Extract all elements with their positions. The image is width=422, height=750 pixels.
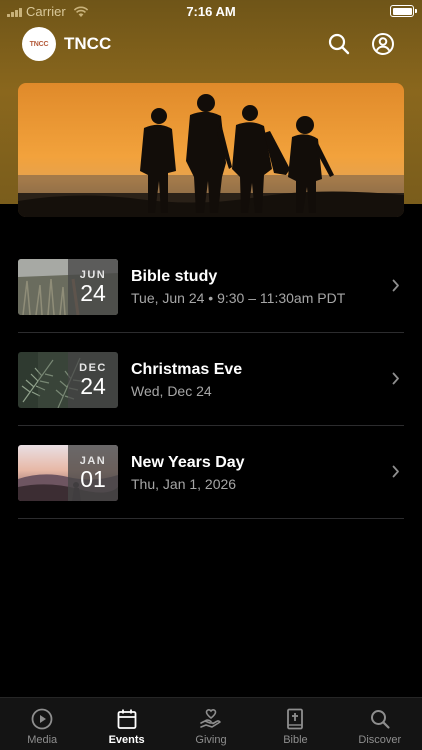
app-header: TNCC TNCC xyxy=(0,26,422,62)
event-subtitle: Wed, Dec 24 xyxy=(131,383,212,399)
events-list: JUN 24 Bible study Tue, Jun 24 • 9:30 – … xyxy=(18,240,404,519)
battery-icon xyxy=(390,5,417,17)
tab-giving[interactable]: Giving xyxy=(169,698,253,750)
event-title: Bible study xyxy=(131,268,218,285)
date-badge: DEC 24 xyxy=(68,352,118,408)
giving-hand-icon xyxy=(200,708,221,728)
event-subtitle: Tue, Jun 24 • 9:30 – 11:30am PDT xyxy=(131,290,346,306)
tab-bible[interactable]: Bible xyxy=(253,698,337,750)
family-sunset-image xyxy=(18,83,404,217)
tab-label: Events xyxy=(108,734,145,746)
user-circle-icon xyxy=(372,33,394,55)
search-icon xyxy=(370,710,390,729)
event-row[interactable]: JUN 24 Bible study Tue, Jun 24 • 9:30 – … xyxy=(18,240,404,333)
play-circle-icon xyxy=(31,708,53,730)
status-bar: Carrier 7:16 AM xyxy=(0,0,422,22)
status-time: 7:16 AM xyxy=(186,4,236,19)
event-day: 24 xyxy=(80,280,106,306)
tab-media[interactable]: Media xyxy=(0,698,84,750)
app-title: TNCC xyxy=(64,34,112,53)
bible-icon xyxy=(287,708,304,730)
tab-bar: Media Events Giving Bible Discover xyxy=(0,697,422,750)
chevron-right-icon xyxy=(392,279,399,292)
date-badge: JUN 24 xyxy=(68,259,118,315)
event-thumbnail: JUN 24 xyxy=(18,259,118,315)
event-title: New Years Day xyxy=(131,454,245,471)
event-row[interactable]: DEC 24 Christmas Eve Wed, Dec 24 xyxy=(18,333,404,426)
event-day: 01 xyxy=(80,466,106,492)
tab-label: Giving xyxy=(195,734,227,746)
calendar-icon xyxy=(117,709,137,729)
tab-label: Discover xyxy=(358,734,402,746)
tab-label: Bible xyxy=(283,734,308,746)
chevron-right-icon xyxy=(392,465,399,478)
tab-discover[interactable]: Discover xyxy=(338,698,422,750)
search-icon xyxy=(328,33,350,55)
hero-banner[interactable] xyxy=(18,83,404,217)
event-day: 24 xyxy=(80,373,106,399)
tab-label: Media xyxy=(27,734,58,746)
church-logo[interactable]: TNCC xyxy=(22,27,56,61)
logo-text: TNCC xyxy=(29,40,49,48)
search-button[interactable] xyxy=(325,30,353,58)
profile-button[interactable] xyxy=(369,30,397,58)
chevron-right-icon xyxy=(392,372,399,385)
event-title: Christmas Eve xyxy=(131,361,243,378)
event-thumbnail: DEC 24 xyxy=(18,352,118,408)
date-badge: JAN 01 xyxy=(68,445,118,501)
event-thumbnail: JAN 01 xyxy=(18,445,118,501)
event-subtitle: Thu, Jan 1, 2026 xyxy=(131,476,237,492)
event-row[interactable]: JAN 01 New Years Day Thu, Jan 1, 2026 xyxy=(18,426,404,519)
tab-events[interactable]: Events xyxy=(84,698,168,750)
